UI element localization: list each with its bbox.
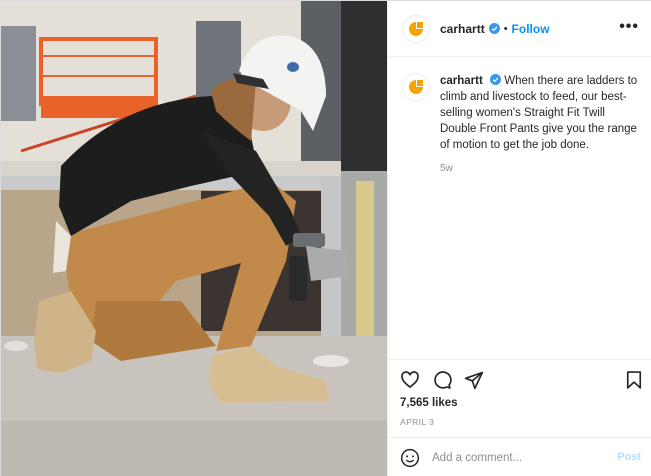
- post-details-panel: carhartt • Follow ••• carhartt When ther…: [387, 1, 651, 476]
- comment-input[interactable]: [432, 451, 602, 464]
- header-separator: •: [503, 22, 508, 35]
- photo-worker-drilling: [1, 1, 387, 476]
- comment-icon: [434, 371, 452, 389]
- header-username[interactable]: carhartt: [440, 22, 485, 36]
- caption-username[interactable]: carhartt: [440, 75, 483, 87]
- action-bar: [388, 359, 651, 396]
- post-date[interactable]: APRIL 3: [400, 417, 434, 427]
- emoji-icon: [400, 448, 420, 467]
- comment-bar: Post: [388, 437, 651, 476]
- like-button[interactable]: [400, 370, 420, 390]
- save-button[interactable]: [624, 370, 644, 390]
- share-icon: [464, 371, 484, 390]
- bookmark-icon: [626, 371, 642, 389]
- caption-body: carhartt When there are ladders to climb…: [440, 73, 642, 177]
- post-header: carhartt • Follow •••: [388, 1, 651, 57]
- heart-icon: [401, 371, 419, 389]
- share-button[interactable]: [464, 370, 484, 390]
- verified-badge-icon: [490, 74, 502, 85]
- comment-button[interactable]: [432, 370, 452, 390]
- post-comment-button[interactable]: Post: [617, 451, 641, 463]
- caption-avatar[interactable]: [402, 73, 430, 101]
- carhartt-logo-icon: [409, 80, 423, 94]
- follow-button[interactable]: Follow: [512, 22, 550, 36]
- more-options-button[interactable]: •••: [619, 18, 639, 36]
- instagram-post: carhartt • Follow ••• carhartt When ther…: [0, 0, 651, 476]
- emoji-button[interactable]: [400, 448, 420, 468]
- verified-badge-icon: [488, 23, 500, 34]
- caption-timestamp[interactable]: 5w: [440, 161, 642, 177]
- post-photo[interactable]: [1, 1, 387, 476]
- action-icons: [388, 360, 651, 396]
- carhartt-logo-icon: [409, 21, 423, 36]
- post-caption: carhartt When there are ladders to climb…: [402, 73, 642, 177]
- likes-count[interactable]: 7,565 likes: [400, 397, 458, 409]
- avatar[interactable]: [402, 14, 430, 43]
